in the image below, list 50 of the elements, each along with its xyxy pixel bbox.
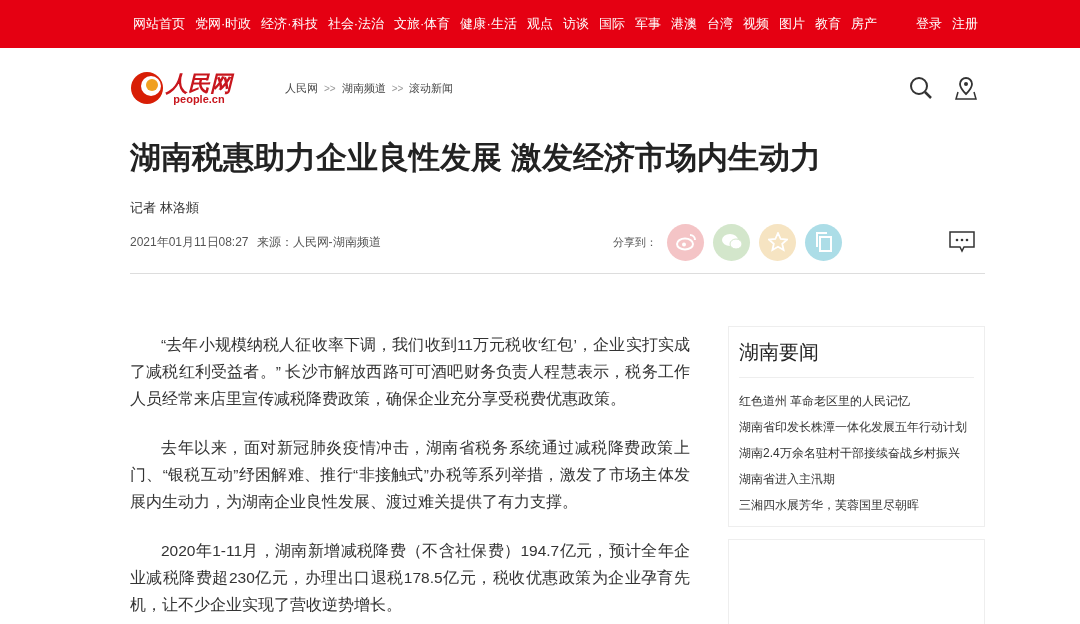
comment-icon[interactable] [949, 231, 975, 253]
location-pin-icon[interactable] [955, 76, 977, 100]
nav-link[interactable]: 健康·生活 [460, 14, 517, 34]
nav-link[interactable]: 房产 [850, 14, 877, 34]
breadcrumb-separator: >> [391, 81, 404, 96]
news-link[interactable]: 湖南2.4万余名驻村干部接续奋战乡村振兴 [739, 439, 974, 466]
publish-date: 2021年01月11日08:27 [130, 234, 249, 251]
news-link[interactable]: 湖南省进入主汛期 [739, 465, 974, 492]
nav-link[interactable]: 文旅·体育 [394, 14, 451, 34]
share-button[interactable] [667, 223, 704, 261]
account-link[interactable]: 登录 [916, 14, 942, 34]
article-paragraph: 2020年1-11月，湖南新增减税降费（不含社保费）194.7亿元，预计全年企业减税降费超230亿元，办理出口退税178.5亿元，税收优惠政策为企业孕育先机，让不少企业实现了营收逆势增长。 [130, 540, 690, 615]
nav-link[interactable]: 访谈 [562, 14, 589, 34]
sidebar-title: 湖南要闻 [739, 326, 974, 378]
nav-link[interactable]: 网站首页 [133, 14, 185, 34]
chat-bubbles-icon [720, 233, 743, 251]
nav-link[interactable]: 观点 [526, 14, 553, 34]
article-title: 湖南税惠助力企业良性发展 激发经济市场内生动力 [130, 139, 822, 177]
article-paragraph: 去年以来，面对新冠肺炎疫情冲击，湖南省税务系统通过减税降费政策上门、“银税互动”纾困解难、推行“非接触式”办税等系列举措，激发了市场主体发展内生动力，为湖南企业良性发展、渡过难关提供了有力支撑。 [130, 437, 690, 512]
nav-link[interactable]: 军事 [634, 14, 661, 34]
logo-domain: people.cn [173, 93, 225, 105]
nav-link[interactable]: 台湾 [706, 14, 733, 34]
news-link[interactable]: 湖南省印发长株潭一体化发展五年行动计划 [739, 413, 974, 440]
nav-link[interactable]: 视频 [742, 14, 769, 34]
breadcrumb-link[interactable]: 湖南频道 [341, 79, 386, 97]
news-link[interactable]: 红色道州 革命老区里的人民记忆 [739, 387, 974, 414]
weibo-icon [675, 233, 696, 251]
nav-link[interactable]: 党网·时政 [195, 14, 252, 34]
breadcrumb-link[interactable]: 人民网 [285, 79, 318, 97]
breadcrumb-link[interactable]: 滚动新闻 [409, 79, 454, 97]
share-label: 分享到： [613, 234, 657, 250]
share-button[interactable] [805, 223, 842, 261]
breadcrumb-separator: >> [324, 81, 336, 96]
logo-swirl-icon [130, 71, 164, 105]
nav-link[interactable]: 图片 [778, 14, 805, 34]
copy-icon [814, 232, 833, 252]
article-paragraph: “去年小规模纳税人征收率下调，我们收到11万元税收‘红包’，企业实打实成了减税红利受益者。” 长沙市解放西路可可酒吧财务负责人程慧表示，税务工作人员经常来店里宣传减税降费政策，确保企业充分享受税费优惠政策。 [130, 334, 690, 409]
source-text: 来源：人民网-湖南频道 [256, 234, 381, 251]
nav-link[interactable]: 经济·科技 [261, 14, 318, 34]
byline: 记者 林洛頫 [130, 199, 200, 217]
nav-link[interactable]: 社会·法治 [327, 14, 385, 34]
account-link[interactable]: 注册 [952, 14, 978, 34]
search-icon[interactable] [909, 76, 933, 100]
nav-link[interactable]: 国际 [598, 14, 625, 34]
nav-link[interactable]: 教育 [814, 14, 841, 34]
share-button[interactable] [759, 223, 796, 261]
star-icon [767, 232, 788, 252]
news-link[interactable]: 三湘四水展芳华，芙蓉国里尽朝晖 [739, 491, 974, 518]
nav-link[interactable]: 港澳 [670, 14, 697, 34]
share-button[interactable] [713, 223, 750, 261]
